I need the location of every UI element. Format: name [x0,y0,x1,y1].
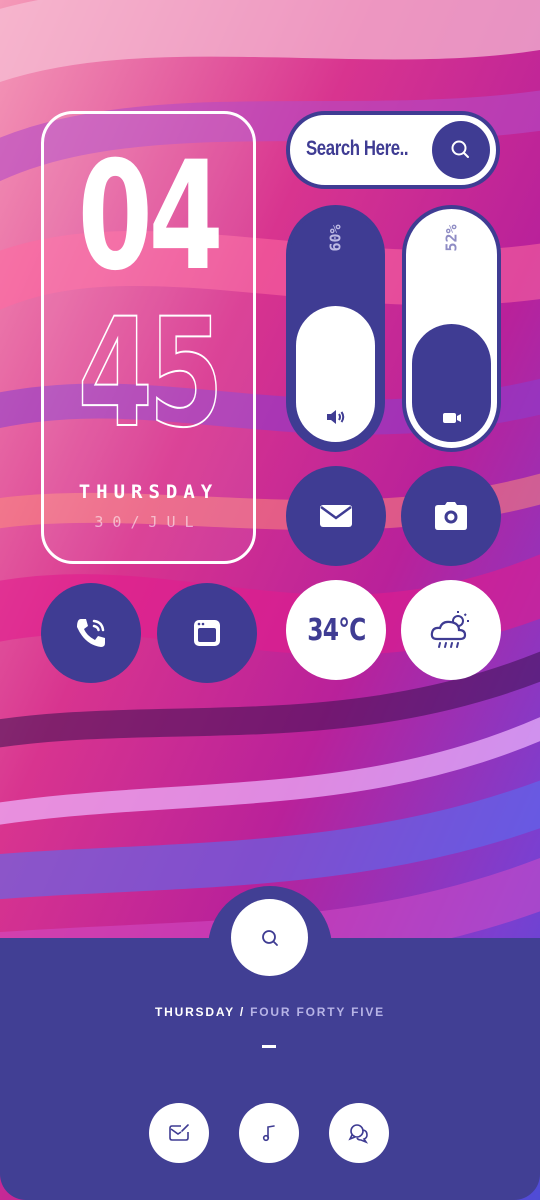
dock-time-words: FOUR FORTY FIVE [250,1005,385,1019]
speaker-icon [290,408,381,430]
camera-button[interactable] [401,466,501,566]
phone-button[interactable] [41,583,141,683]
browser-button[interactable] [157,583,257,683]
dock-day: THURSDAY [155,1005,235,1019]
mail-icon [320,505,352,527]
mail-edit-icon [169,1124,189,1141]
music-icon [262,1125,275,1142]
search-icon [451,140,469,158]
dock-music-button[interactable] [239,1103,299,1163]
clock-day: THURSDAY [78,481,219,503]
cloud-rain-sun-icon [430,611,469,648]
dock-separator: / [234,1005,251,1019]
dock-mail-button[interactable] [149,1103,209,1163]
temperature-value: 34°C [306,612,366,648]
volume-slider[interactable]: 60% [286,205,385,452]
dock-date-line: THURSDAY / FOUR FORTY FIVE [0,1005,540,1019]
clock-widget[interactable]: 04 45 THURSDAY 30/JUL [41,111,256,564]
search-widget[interactable]: Search Here.. [286,111,500,189]
brightness-percent: 52% [442,224,461,252]
brightness-slider[interactable]: 52% [402,205,501,452]
camera-icon [435,502,467,530]
video-icon [406,410,497,430]
clock-hour: 04 [77,130,224,304]
volume-percent: 60% [326,224,345,252]
clock-date: 30/JUL [94,513,203,531]
search-button[interactable] [432,121,490,179]
mail-button[interactable] [286,466,386,566]
temperature-widget[interactable]: 34°C [286,580,386,680]
dock-search-button[interactable] [231,899,308,976]
search-input[interactable]: Search Here.. [306,137,409,161]
phone-icon [77,619,105,647]
browser-window-icon [194,620,220,646]
dock-chat-button[interactable] [329,1103,389,1163]
weather-button[interactable] [401,580,501,680]
clock-minute: 45 [77,287,224,461]
dock-divider [262,1045,276,1048]
chat-icon [348,1124,369,1144]
search-icon [261,929,278,946]
